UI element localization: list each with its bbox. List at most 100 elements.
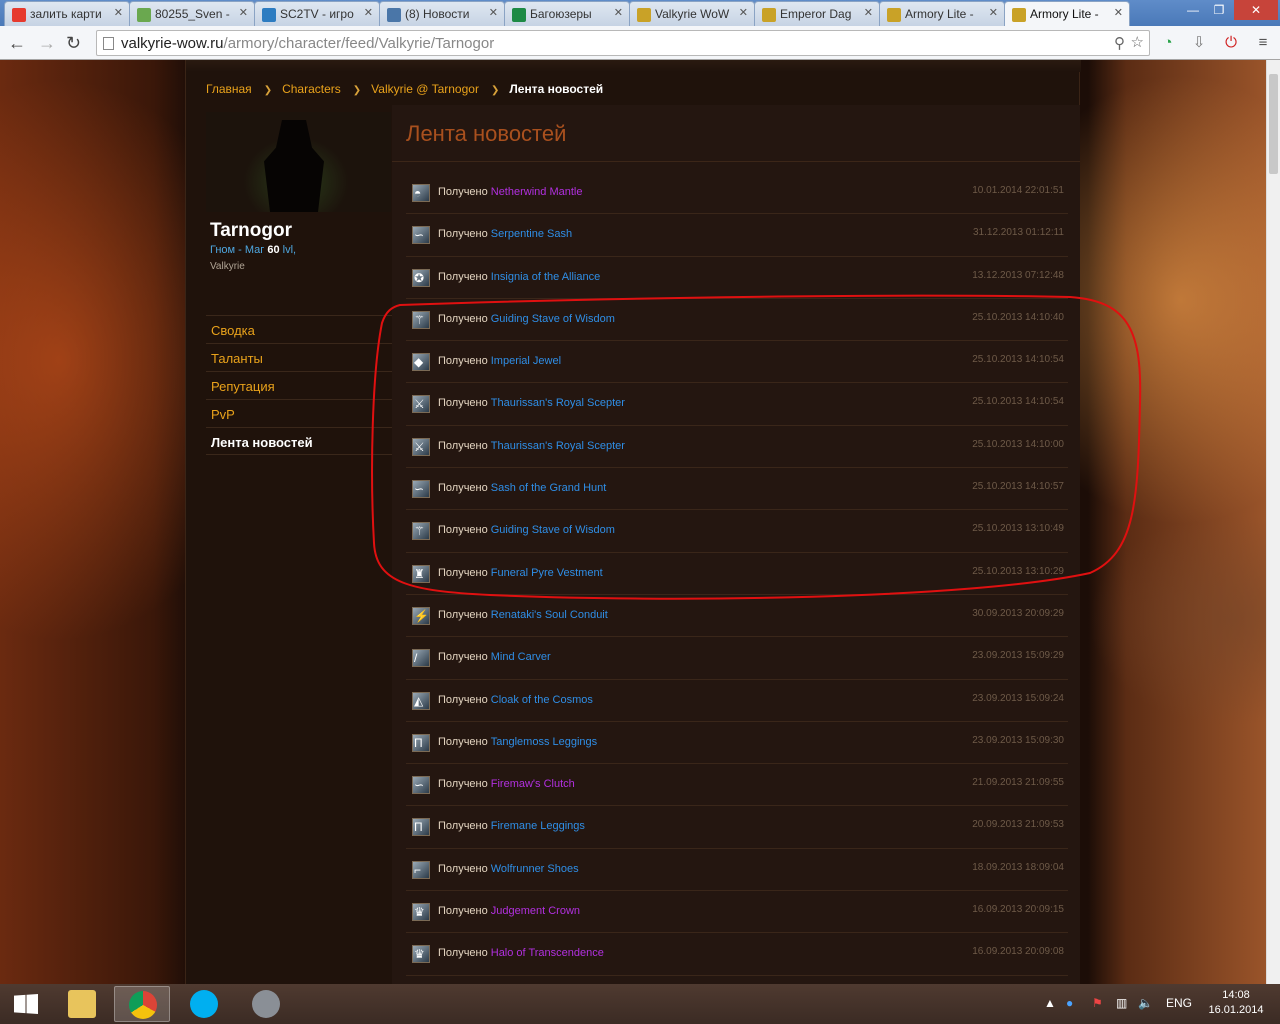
feed-item-link[interactable]: Netherwind Mantle xyxy=(491,186,583,198)
search-icon[interactable]: ⚲ xyxy=(1114,34,1125,52)
tab-close-icon[interactable]: ✕ xyxy=(239,6,248,19)
scepter-icon[interactable]: ⚔ xyxy=(412,437,430,456)
feed-date: 23.09.2013 15:09:30 xyxy=(972,734,1064,746)
bookmark-star-icon[interactable]: ☆ xyxy=(1131,33,1144,51)
page-scrollbar[interactable] xyxy=(1266,60,1280,984)
back-icon[interactable]: ← xyxy=(8,32,26,54)
feed-date: 16.09.2013 20:09:08 xyxy=(972,946,1064,958)
nav-talents[interactable]: Таланты xyxy=(206,343,392,371)
feed-item-link[interactable]: Imperial Jewel xyxy=(491,355,561,367)
reload-icon[interactable]: ↻ xyxy=(66,32,81,54)
taskbar-explorer[interactable] xyxy=(54,986,110,1022)
wand-icon[interactable]: ⚡ xyxy=(412,606,430,625)
tray-flag-icon[interactable]: ⚑ xyxy=(1092,996,1103,1010)
feed-item-link[interactable]: Thaurissan's Royal Scepter xyxy=(491,397,625,409)
browser-tab[interactable]: SC2TV - игро ✕ xyxy=(254,1,380,26)
maximize-icon[interactable]: ❐ xyxy=(1206,0,1232,20)
boots-icon[interactable]: ⌐ xyxy=(412,860,430,879)
feed-item-link[interactable]: Mind Carver xyxy=(491,651,551,663)
breadcrumb-home[interactable]: Главная xyxy=(206,82,252,96)
nav-pvp[interactable]: PvP xyxy=(206,399,392,427)
tray-expand-icon[interactable]: ▲ xyxy=(1044,996,1056,1010)
feed-item-link[interactable]: Tanglemoss Leggings xyxy=(491,736,597,748)
browser-tab[interactable]: Armory Lite - ✕ xyxy=(1004,1,1130,26)
browser-tab[interactable]: залить карти ✕ xyxy=(4,1,130,26)
browser-tab[interactable]: Багоюзеры ✕ xyxy=(504,1,630,26)
feed-text: Получено Tanglemoss Leggings xyxy=(438,736,597,748)
minimize-icon[interactable]: — xyxy=(1180,0,1206,20)
feed-item-link[interactable]: Funeral Pyre Vestment xyxy=(491,567,603,579)
feed-item-link[interactable]: Guiding Stave of Wisdom xyxy=(491,313,615,325)
staff-icon[interactable]: ⚚ xyxy=(412,522,430,541)
address-bar[interactable]: valkyrie-wow.ru/armory/character/feed/Va… xyxy=(96,30,1150,56)
feed-item-link[interactable]: Firemaw's Clutch xyxy=(491,778,575,790)
close-window-icon[interactable]: ✕ xyxy=(1234,0,1278,20)
shoulder-icon[interactable]: ◓ xyxy=(412,184,430,202)
feed-item-link[interactable]: Serpentine Sash xyxy=(491,228,572,240)
feed-row: ∽ Получено Sash of the Grand Hunt 25.10.201… xyxy=(406,468,1068,511)
forward-icon[interactable]: → xyxy=(38,32,56,54)
breadcrumb-character[interactable]: Valkyrie @ Tarnogor xyxy=(371,82,479,96)
scrollbar-thumb[interactable] xyxy=(1269,74,1278,174)
tab-close-icon[interactable]: ✕ xyxy=(114,6,123,19)
feed-item-link[interactable]: Cloak of the Cosmos xyxy=(491,694,593,706)
nav-feed[interactable]: Лента новостей xyxy=(206,427,392,455)
legs-icon[interactable]: Π xyxy=(412,733,430,752)
tab-close-icon[interactable]: ✕ xyxy=(364,6,373,19)
browser-tab[interactable]: (8) Новости ✕ xyxy=(379,1,505,26)
feed-item-link[interactable]: Insignia of the Alliance xyxy=(491,271,600,283)
browser-tab[interactable]: Valkyrie WoW ✕ xyxy=(629,1,755,26)
helm-icon[interactable]: ♛ xyxy=(412,903,430,922)
belt-icon[interactable]: ∽ xyxy=(412,776,430,795)
taskbar-skype[interactable] xyxy=(176,986,232,1022)
clock[interactable]: 14:08 16.01.2014 xyxy=(1206,988,1266,1018)
tab-label: (8) Новости xyxy=(405,7,470,21)
cloak-icon[interactable]: ◭ xyxy=(412,691,430,710)
nav-reputation[interactable]: Репутация xyxy=(206,371,392,399)
menu-icon[interactable]: ≡ xyxy=(1254,34,1272,52)
browser-tab[interactable]: Armory Lite - ✕ xyxy=(879,1,1005,26)
tab-close-icon[interactable]: ✕ xyxy=(1114,6,1123,19)
tab-close-icon[interactable]: ✕ xyxy=(614,6,623,19)
tab-close-icon[interactable]: ✕ xyxy=(489,6,498,19)
tab-close-icon[interactable]: ✕ xyxy=(739,6,748,19)
adblock-icon[interactable]: ⏻ xyxy=(1222,34,1240,52)
trinket-icon[interactable]: ✪ xyxy=(412,268,430,287)
belt-icon[interactable]: ∽ xyxy=(412,226,430,245)
feed-item-link[interactable]: Halo of Transcendence xyxy=(491,947,604,959)
browser-tab[interactable]: 80255_Sven - ✕ xyxy=(129,1,255,26)
breadcrumb-characters[interactable]: Characters xyxy=(282,82,341,96)
browser-tab[interactable]: Emperor Dag ✕ xyxy=(754,1,880,26)
legs-icon[interactable]: Π xyxy=(412,818,430,837)
nav-summary[interactable]: Сводка xyxy=(206,315,392,343)
tray-app-icon[interactable]: ● xyxy=(1066,996,1073,1010)
feed-item-link[interactable]: Sash of the Grand Hunt xyxy=(491,482,607,494)
tab-label: Emperor Dag xyxy=(780,7,852,21)
feed-item-link[interactable]: Renataki's Soul Conduit xyxy=(491,609,608,621)
top-border xyxy=(186,60,1081,72)
feed-item-link[interactable]: Guiding Stave of Wisdom xyxy=(491,524,615,536)
taskbar-chrome[interactable] xyxy=(114,986,170,1022)
feed-item-link[interactable]: Wolfrunner Shoes xyxy=(491,863,579,875)
network-icon[interactable]: ▥ xyxy=(1116,996,1127,1010)
dagger-icon[interactable]: / xyxy=(412,649,430,668)
feed-item-link[interactable]: Thaurissan's Royal Scepter xyxy=(491,440,625,452)
feed-item-link[interactable]: Firemane Leggings xyxy=(491,820,585,832)
robe-icon[interactable]: ♜ xyxy=(412,564,430,583)
extension-download-icon[interactable]: ⇩ xyxy=(1190,34,1208,52)
language-indicator[interactable]: ENG xyxy=(1166,996,1192,1010)
scepter-icon[interactable]: ⚔ xyxy=(412,395,430,414)
start-button[interactable] xyxy=(0,986,52,1022)
jewel-icon[interactable]: ◆ xyxy=(412,353,430,372)
feed-date: 21.09.2013 21:09:55 xyxy=(972,777,1064,789)
feed-item-link[interactable]: Judgement Crown xyxy=(491,905,580,917)
belt-icon[interactable]: ∽ xyxy=(412,480,430,499)
tab-close-icon[interactable]: ✕ xyxy=(864,6,873,19)
taskbar-steam[interactable] xyxy=(238,986,294,1022)
feed-date: 25.10.2013 13:10:29 xyxy=(972,565,1064,577)
helm-icon[interactable]: ♛ xyxy=(412,945,430,964)
staff-icon[interactable]: ⚚ xyxy=(412,310,430,329)
tab-close-icon[interactable]: ✕ xyxy=(989,6,998,19)
extension-green-icon[interactable]: ◔ xyxy=(1159,34,1177,52)
volume-icon[interactable]: 🔈 xyxy=(1138,996,1153,1010)
